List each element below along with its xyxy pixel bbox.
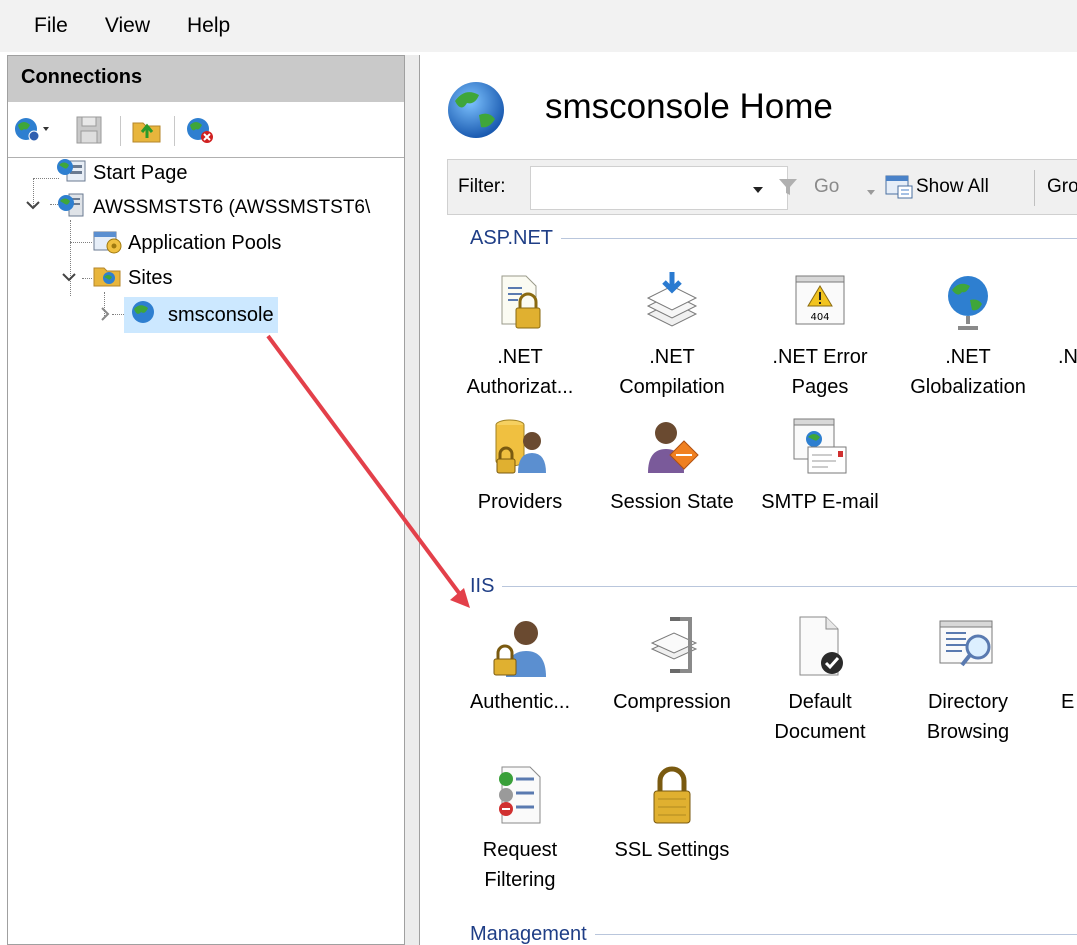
feature-label: .NET bbox=[497, 346, 543, 368]
sites-folder-icon bbox=[90, 261, 124, 295]
session-state-icon bbox=[648, 422, 699, 473]
filter-bar: Filter: Go Show All Gro bbox=[447, 159, 1077, 215]
feature-default-document[interactable]: Default Document bbox=[746, 615, 894, 747]
menu-file[interactable]: File bbox=[34, 14, 68, 38]
feature-label: Authorizat... bbox=[466, 376, 574, 398]
feature-net-authorization[interactable]: .NET Authorizat... bbox=[446, 270, 594, 402]
tree-label: Start Page bbox=[93, 161, 188, 184]
collapse-chevron-icon[interactable] bbox=[61, 270, 77, 289]
feature-authentication[interactable]: Authentic... bbox=[446, 615, 594, 717]
group-name: ASP.NET bbox=[470, 226, 553, 249]
net-error-pages-icon: 404 bbox=[795, 275, 845, 325]
directory-browsing-icon bbox=[939, 620, 993, 667]
up-folder-icon[interactable] bbox=[130, 114, 164, 151]
net-globalization-icon bbox=[948, 276, 988, 330]
tree-label: smsconsole bbox=[168, 303, 274, 326]
feature-label: .NET Error bbox=[772, 346, 868, 368]
authentication-icon bbox=[493, 621, 546, 677]
tree-item-server[interactable]: AWSSMSTST6 (AWSSMSTST6\ bbox=[55, 191, 374, 225]
show-all-button[interactable]: Show All bbox=[916, 176, 989, 198]
feature-partial-e[interactable]: E bbox=[1003, 615, 1077, 717]
server-icon bbox=[55, 192, 89, 224]
feature-label: Providers bbox=[477, 491, 563, 513]
feature-label: Filtering bbox=[484, 869, 556, 891]
go-button[interactable]: Go bbox=[814, 176, 839, 198]
filter-dropdown-icon[interactable] bbox=[752, 182, 764, 200]
feature-label: E bbox=[1061, 691, 1075, 713]
feature-label: Session State bbox=[610, 491, 734, 513]
feature-compression[interactable]: Compression bbox=[598, 615, 746, 717]
group-header-iis: IIS bbox=[470, 573, 1077, 599]
pane-splitter[interactable] bbox=[405, 55, 419, 945]
net-compilation-icon bbox=[646, 272, 698, 327]
net-authorization-icon bbox=[501, 275, 541, 329]
tree-item-start-page[interactable]: Start Page bbox=[55, 156, 192, 190]
feature-label: Authentic... bbox=[469, 691, 571, 713]
feature-net-partial[interactable]: .N bbox=[1003, 270, 1077, 372]
feature-net-error-pages[interactable]: 404 .NET Error Pages bbox=[746, 270, 894, 402]
group-header-management: Management bbox=[470, 921, 1077, 945]
feature-label: Default bbox=[788, 691, 852, 713]
start-page-icon bbox=[55, 157, 89, 189]
collapse-chevron-icon[interactable] bbox=[25, 198, 41, 217]
feature-label: Globalization bbox=[910, 376, 1026, 398]
group-by-button[interactable]: Gro bbox=[1047, 176, 1077, 198]
tree-label: Application Pools bbox=[128, 231, 282, 254]
feature-label: Compression bbox=[613, 691, 731, 713]
site-globe-icon bbox=[128, 299, 158, 331]
feature-label: Document bbox=[774, 721, 866, 743]
tree-item-smsconsole[interactable]: smsconsole bbox=[124, 297, 278, 333]
feature-label: Request bbox=[482, 839, 558, 861]
show-all-icon bbox=[884, 174, 914, 205]
tree-item-application-pools[interactable]: Application Pools bbox=[90, 226, 285, 260]
default-document-icon bbox=[799, 616, 843, 676]
smtp-email-icon bbox=[793, 418, 847, 474]
menu-bar: File View Help bbox=[0, 0, 1077, 52]
svg-text:404: 404 bbox=[810, 312, 829, 323]
expand-chevron-icon[interactable] bbox=[98, 306, 112, 327]
providers-icon bbox=[495, 419, 546, 474]
connections-toolbar bbox=[8, 102, 404, 158]
site-home-globe-icon bbox=[445, 79, 507, 146]
feature-label: .N bbox=[1058, 346, 1077, 368]
feature-request-filtering[interactable]: Request Filtering bbox=[446, 763, 594, 895]
menu-help[interactable]: Help bbox=[187, 14, 230, 38]
connections-panel: Connections Start Page AWSSMSTST6 (AWSSM… bbox=[7, 55, 405, 945]
group-name: Management bbox=[470, 922, 587, 945]
connect-globe-icon[interactable] bbox=[12, 114, 52, 151]
feature-ssl-settings[interactable]: SSL Settings bbox=[598, 763, 746, 865]
group-name: IIS bbox=[470, 574, 495, 597]
save-icon[interactable] bbox=[74, 114, 104, 151]
tree-label: Sites bbox=[128, 266, 173, 289]
feature-label: .NET bbox=[649, 346, 695, 368]
connections-title: Connections bbox=[8, 56, 404, 102]
ssl-settings-lock-icon bbox=[653, 766, 691, 824]
filter-input[interactable] bbox=[530, 166, 788, 210]
go-dropdown-icon[interactable] bbox=[866, 184, 876, 202]
group-header-aspnet: ASP.NET bbox=[470, 225, 1077, 251]
menu-view[interactable]: View bbox=[105, 14, 150, 38]
filter-label: Filter: bbox=[458, 176, 506, 197]
tree-label: AWSSMSTST6 (AWSSMSTST6\ bbox=[93, 197, 371, 218]
feature-label: SSL Settings bbox=[614, 839, 730, 861]
go-funnel-icon bbox=[777, 176, 799, 203]
feature-smtp-email[interactable]: SMTP E-mail bbox=[746, 415, 894, 517]
feature-label: Pages bbox=[791, 376, 849, 398]
disconnect-icon[interactable] bbox=[182, 114, 222, 151]
feature-label: SMTP E-mail bbox=[761, 491, 879, 513]
compression-icon bbox=[650, 617, 698, 673]
request-filtering-icon bbox=[499, 766, 541, 824]
feature-net-compilation[interactable]: .NET Compilation bbox=[598, 270, 746, 402]
page-title: smsconsole Home bbox=[545, 87, 833, 126]
feature-label: Compilation bbox=[619, 376, 725, 398]
tree-item-sites[interactable]: Sites bbox=[90, 261, 176, 295]
features-view: smsconsole Home Filter: Go Show All Gro … bbox=[419, 55, 1077, 945]
feature-session-state[interactable]: Session State bbox=[598, 415, 746, 517]
application-pools-icon bbox=[90, 226, 124, 260]
feature-label: Browsing bbox=[926, 721, 1010, 743]
feature-providers[interactable]: Providers bbox=[446, 415, 594, 517]
